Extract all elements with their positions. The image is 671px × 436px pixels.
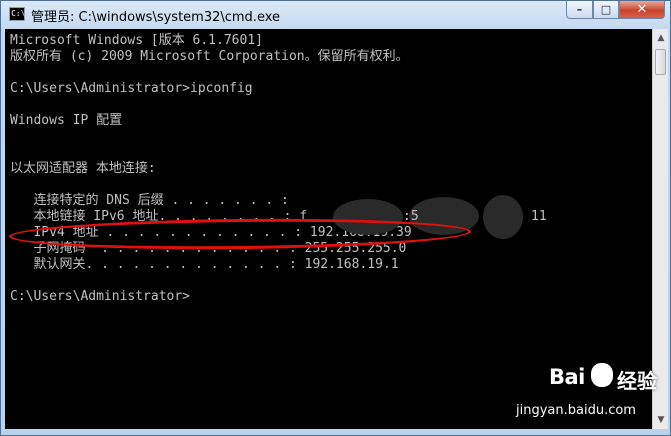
maximize-button[interactable]: □: [593, 1, 619, 19]
console-line: C:\Users\Administrator>ipconfig: [10, 81, 253, 96]
console-line: Windows IP 配置: [10, 113, 123, 128]
scroll-up-icon[interactable]: ▲: [654, 31, 668, 45]
minimize-button[interactable]: –: [566, 1, 593, 19]
redaction-blob: [483, 195, 523, 239]
cmd-window: C:\ 管理员: C:\windows\system32\cmd.exe – □…: [0, 0, 671, 436]
watermark-brand-suffix: 经验: [617, 369, 657, 393]
close-button[interactable]: ✕: [619, 1, 665, 19]
watermark-brand: Bai: [549, 365, 585, 389]
cmd-icon: C:\: [9, 7, 25, 21]
console-line: 以太网适配器 本地连接:: [10, 161, 156, 176]
window-title: 管理员: C:\windows\system32\cmd.exe: [31, 10, 280, 25]
console-line: 版权所有 (c) 2009 Microsoft Corporation。保留所有…: [10, 49, 409, 64]
title-bar[interactable]: C:\ 管理员: C:\windows\system32\cmd.exe – □…: [1, 1, 671, 29]
scroll-thumb[interactable]: [655, 49, 666, 75]
console-line: Microsoft Windows [版本 6.1.7601]: [10, 33, 263, 48]
watermark-url: jingyan.baidu.com: [516, 403, 636, 418]
console-prompt: C:\Users\Administrator>: [10, 289, 191, 304]
baidu-jingyan-watermark: Bai 经验 jingyan.baidu.com: [516, 363, 667, 431]
console-line: 默认网关. . . . . . . . . . . . . : 192.168.…: [10, 257, 399, 272]
console-line: 连接特定的 DNS 后缀 . . . . . . . :: [10, 193, 289, 208]
baidu-paw-icon: [591, 363, 613, 387]
ipv6-fragment: 11: [531, 209, 547, 224]
